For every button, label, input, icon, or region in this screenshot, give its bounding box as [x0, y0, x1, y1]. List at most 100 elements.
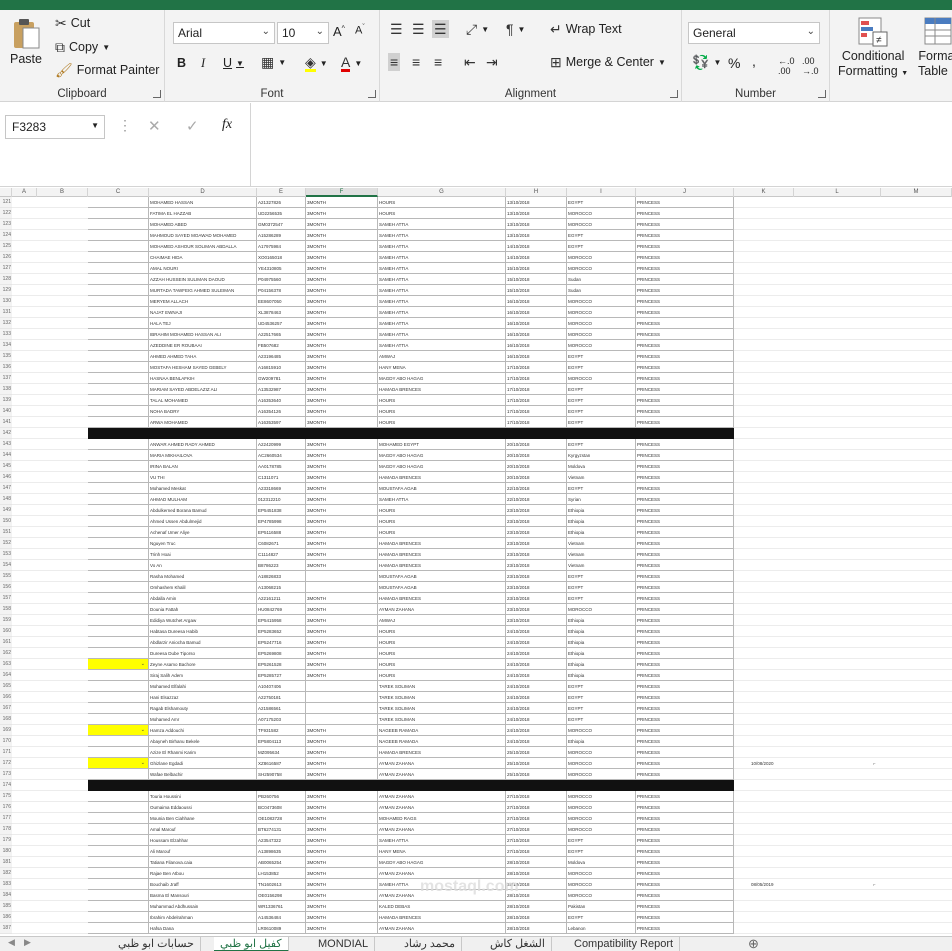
cell-j[interactable]: PRINCESS	[636, 417, 734, 428]
cell-i[interactable]: Ethiopia	[567, 659, 636, 670]
cell-i[interactable]: MOROCCO	[567, 747, 636, 758]
cell-c[interactable]	[88, 483, 149, 494]
cell-e[interactable]: P04975560	[257, 274, 306, 285]
cell-h[interactable]: 23/10/2018	[506, 615, 567, 626]
row-number[interactable]: 147	[0, 483, 12, 494]
cell-f[interactable]: 3MONTH	[306, 274, 378, 285]
row-number[interactable]: 144	[0, 450, 12, 461]
cell-e[interactable]: FB507682	[257, 340, 306, 351]
cell-d[interactable]: IRINA BALAN	[149, 461, 257, 472]
cell-h[interactable]: 23/10/2018	[506, 560, 567, 571]
chevron-down-icon[interactable]: ▼	[354, 59, 362, 68]
sheet-tab[interactable]: MONDIAL	[312, 937, 376, 951]
cell-i[interactable]: EGYPT	[567, 197, 636, 208]
cell-c[interactable]	[88, 384, 149, 395]
cell-i[interactable]: Ethiopia	[567, 648, 636, 659]
cell-f[interactable]	[306, 703, 378, 714]
cell-e[interactable]: YE4310805	[257, 263, 306, 274]
cell-c[interactable]	[88, 538, 149, 549]
cell-g[interactable]: AYMAN ZAHANA	[378, 923, 506, 934]
row-number[interactable]: 175	[0, 791, 12, 802]
cell-e[interactable]: A22420999	[257, 439, 306, 450]
column-header-m[interactable]: M	[881, 188, 952, 197]
row-number[interactable]: 135	[0, 351, 12, 362]
cell-f[interactable]: 3MONTH	[306, 791, 378, 802]
cell-e[interactable]: XL3878463	[257, 307, 306, 318]
cell-e[interactable]: A13532987	[257, 384, 306, 395]
cell-j[interactable]: PRINCESS	[636, 857, 734, 868]
cell-j[interactable]: PRINCESS	[636, 846, 734, 857]
cell-g[interactable]: HAMADA BRENCES	[378, 912, 506, 923]
cell-i[interactable]: Ethiopia	[567, 670, 636, 681]
row-number[interactable]: 154	[0, 560, 12, 571]
cell-c[interactable]	[88, 692, 149, 703]
row-number[interactable]: 125	[0, 241, 12, 252]
cell-j[interactable]: PRINCESS	[636, 461, 734, 472]
cell-i[interactable]: Syrian	[567, 494, 636, 505]
cell-e[interactable]: WR1336761	[257, 901, 306, 912]
cell-i[interactable]: Moldova	[567, 857, 636, 868]
chevron-down-icon[interactable]: ▼	[102, 43, 110, 52]
cell-g[interactable]: HOURS	[378, 406, 506, 417]
cell-e[interactable]: EP5451838	[257, 505, 306, 516]
cell-j[interactable]: PRINCESS	[636, 208, 734, 219]
cell-d[interactable]: Abdlarzir Aniocha Bamud	[149, 637, 257, 648]
cell-d[interactable]: Ali Marouf	[149, 846, 257, 857]
cell-i[interactable]: EGYPT	[567, 714, 636, 725]
cell-g[interactable]: MAGDY ABO HAGAG	[378, 373, 506, 384]
row-number[interactable]: 185	[0, 901, 12, 912]
top-align-button[interactable]: ☰	[390, 22, 403, 36]
cell-j[interactable]: PRINCESS	[636, 923, 734, 934]
cell-j[interactable]: PRINCESS	[636, 560, 734, 571]
cell-g[interactable]: HAMADA BRENCES	[378, 593, 506, 604]
cell-e[interactable]: A23318669	[257, 483, 306, 494]
cell-h[interactable]: 23/10/2018	[506, 505, 567, 516]
cell-g[interactable]: SAMEH ATTIA	[378, 219, 506, 230]
cell-e[interactable]: EP5269808	[257, 648, 306, 659]
cell-d[interactable]: Mounia Ben Ciahhane	[149, 813, 257, 824]
cell-i[interactable]: Ethiopia	[567, 637, 636, 648]
cell-d[interactable]: MOSTAFA HESHAM SAYED GEBELY	[149, 362, 257, 373]
cell-i[interactable]: EGYPT	[567, 406, 636, 417]
cell-e[interactable]: TF931582	[257, 725, 306, 736]
cell-f[interactable]: 3MONTH	[306, 670, 378, 681]
cell-g[interactable]: TAREK SOLIMAN	[378, 703, 506, 714]
cell-c[interactable]	[88, 274, 149, 285]
column-header-f[interactable]: F	[306, 188, 378, 197]
row-number[interactable]: 183	[0, 879, 12, 890]
cell-g[interactable]: MAGDY ABO HAGAG	[378, 450, 506, 461]
cell-h[interactable]: 28/10/2018	[506, 912, 567, 923]
align-center-button[interactable]: ≡	[412, 55, 420, 69]
cell-g[interactable]: AYMAN ZAHANA	[378, 758, 506, 769]
cell-h[interactable]: 20/10/2018	[506, 472, 567, 483]
cell-e[interactable]: TN1602613	[257, 879, 306, 890]
cell-j[interactable]: PRINCESS	[636, 263, 734, 274]
cell-e[interactable]: C1114827	[257, 549, 306, 560]
cell-h[interactable]: 28/10/2018	[506, 857, 567, 868]
cell-e[interactable]: A23547322	[257, 835, 306, 846]
cell-d[interactable]: Rajae Ben Atbou	[149, 868, 257, 879]
cell-i[interactable]: MOROCCO	[567, 758, 636, 769]
row-number[interactable]: 129	[0, 285, 12, 296]
worksheet-grid[interactable]: ABCDEFGHIJKLM 121 MOHAMED HASSAN A21327826…	[0, 188, 952, 936]
row-number[interactable]: 161	[0, 637, 12, 648]
cell-d[interactable]: HASNAA BENLAFKIH	[149, 373, 257, 384]
cell-d[interactable]: CHAIMAE HIDA	[149, 252, 257, 263]
cancel-icon[interactable]: ✕	[148, 117, 161, 135]
cell-c[interactable]	[88, 703, 149, 714]
row-number[interactable]: 141	[0, 417, 12, 428]
chevron-down-icon[interactable]: ⌄	[316, 26, 324, 37]
cell-f[interactable]: 3MONTH	[306, 648, 378, 659]
cell-h[interactable]: 27/10/2018	[506, 802, 567, 813]
cell-c[interactable]	[88, 857, 149, 868]
cell-j[interactable]: PRINCESS	[636, 571, 734, 582]
cell-d[interactable]: ANWAR AHMED RADY AHMED	[149, 439, 257, 450]
bold-button[interactable]: B	[177, 56, 186, 70]
cell-c[interactable]	[88, 615, 149, 626]
cell-i[interactable]: EGYPT	[567, 384, 636, 395]
cell-e[interactable]: A14536484	[257, 912, 306, 923]
cell-d[interactable]: Hani Elsazzaz	[149, 692, 257, 703]
cell-g[interactable]: NAGEEB RAMADA	[378, 725, 506, 736]
cell-h[interactable]: 15/10/2018	[506, 263, 567, 274]
cell-j[interactable]: PRINCESS	[636, 659, 734, 670]
